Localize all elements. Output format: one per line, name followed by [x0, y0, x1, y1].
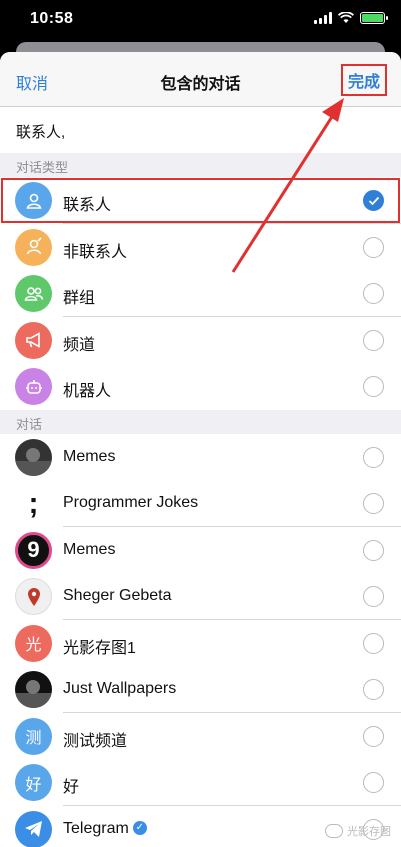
chat-label: Programmer Jokes — [63, 494, 198, 512]
chat-label: 好 — [63, 773, 79, 797]
radio-circle-icon[interactable] — [363, 539, 384, 561]
checkmark-icon[interactable] — [363, 190, 384, 211]
chat-row[interactable]: ; Programmer Jokes — [0, 480, 401, 527]
chat-row[interactable]: Just Wallpapers — [0, 666, 401, 713]
chat-type-row[interactable]: 非联系人 — [0, 223, 401, 270]
chat-label: Memes — [63, 448, 115, 466]
chat-name: 好 — [63, 779, 80, 796]
chat-label: Telegram ✓ — [63, 820, 147, 838]
done-button-label: 完成 — [347, 74, 380, 91]
watermark: 光影存图 — [325, 823, 391, 839]
logo-icon: 9 — [15, 531, 52, 569]
robot-icon — [15, 368, 52, 405]
radio-circle-icon[interactable] — [363, 446, 384, 468]
chat-type-row[interactable]: 联系人 — [0, 177, 401, 224]
chat-type-row[interactable]: 机器人 — [0, 363, 401, 410]
chat-name: 测试频道 — [63, 732, 128, 750]
group-icon — [15, 275, 52, 312]
photo-avatar — [15, 671, 52, 708]
chat-row[interactable]: 光 光影存图1 — [0, 619, 401, 666]
person-icon — [15, 182, 52, 219]
radio-circle-icon[interactable] — [363, 772, 384, 793]
status-bar: 10:58 — [0, 0, 401, 40]
chat-name: Telegram — [63, 819, 129, 837]
chat-row[interactable]: Sheger Gebeta — [0, 573, 401, 620]
chat-name: Memes — [63, 447, 116, 465]
radio-circle-icon[interactable] — [363, 725, 384, 747]
chat-label: Sheger Gebeta — [63, 587, 172, 605]
wechat-icon — [325, 824, 343, 838]
chat-type-row[interactable]: 群组 — [0, 270, 401, 317]
chat-label: 光影存图1 — [63, 634, 136, 658]
modal-sheet: 取消 包含的对话 完成 联系人, 对话类型 联系人 非联系人 群组 频道 机器人… — [0, 52, 401, 847]
chat-type-label: 频道 — [63, 336, 96, 354]
letter-avatar: 光 — [15, 624, 52, 662]
chat-type-label: 非联系人 — [63, 243, 128, 261]
chat-row[interactable]: Memes — [0, 433, 401, 480]
letter-avatar: 测 — [15, 717, 52, 755]
megaphone-icon — [15, 321, 52, 359]
semicolon-icon: ; — [15, 485, 52, 522]
map-pin-icon — [15, 578, 52, 615]
selected-items-field[interactable]: 联系人, — [0, 107, 401, 153]
wifi-icon — [338, 12, 354, 23]
chat-label: Memes — [63, 541, 115, 559]
chat-name: 光影存图1 — [63, 639, 136, 657]
navigation-bar: 取消 包含的对话 完成 — [0, 52, 401, 107]
telegram-icon — [15, 810, 52, 847]
radio-circle-icon[interactable] — [363, 586, 384, 607]
chat-name: Sheger Gebeta — [63, 587, 172, 604]
radio-circle-icon[interactable] — [363, 632, 384, 654]
chat-row[interactable]: 测 测试频道 — [0, 712, 401, 759]
chat-type-label: 机器人 — [63, 383, 112, 400]
battery-icon — [360, 12, 388, 24]
status-time: 10:58 — [30, 10, 74, 27]
status-icons — [314, 12, 388, 24]
chats-list: Memes ; Programmer Jokes 9 Memes Sheger … — [0, 433, 401, 847]
chat-name: Memes — [63, 540, 116, 558]
section-header-types: 对话类型 — [0, 153, 401, 177]
watermark-text: 光影存图 — [347, 826, 391, 838]
section-header-chats: 对话 — [0, 409, 401, 434]
chat-label: Just Wallpapers — [63, 680, 176, 698]
verified-badge-icon: ✓ — [132, 821, 147, 836]
chat-name: Just Wallpapers — [63, 680, 177, 697]
photo-avatar — [15, 438, 52, 476]
radio-circle-icon[interactable] — [363, 329, 384, 351]
letter-avatar: 好 — [15, 764, 52, 801]
chat-type-row[interactable]: 频道 — [0, 316, 401, 363]
radio-circle-icon[interactable] — [363, 376, 384, 397]
radio-circle-icon[interactable] — [363, 493, 384, 514]
done-button[interactable]: 完成 — [341, 64, 387, 96]
cellular-signal-icon — [314, 12, 332, 24]
radio-circle-icon[interactable] — [363, 283, 384, 304]
chat-types-list: 联系人 非联系人 群组 频道 机器人 — [0, 177, 401, 410]
chat-row[interactable]: 好 好 — [0, 759, 401, 806]
radio-circle-icon[interactable] — [363, 236, 384, 258]
chat-name: Programmer Jokes — [63, 494, 199, 511]
chat-label: 测试频道 — [63, 727, 127, 751]
chat-type-label: 联系人 — [63, 197, 112, 214]
radio-circle-icon[interactable] — [363, 679, 384, 700]
chat-row[interactable]: 9 Memes — [0, 526, 401, 573]
person-outline-icon — [15, 228, 52, 266]
chat-type-label: 群组 — [63, 290, 96, 307]
cancel-button[interactable]: 取消 — [16, 70, 48, 94]
